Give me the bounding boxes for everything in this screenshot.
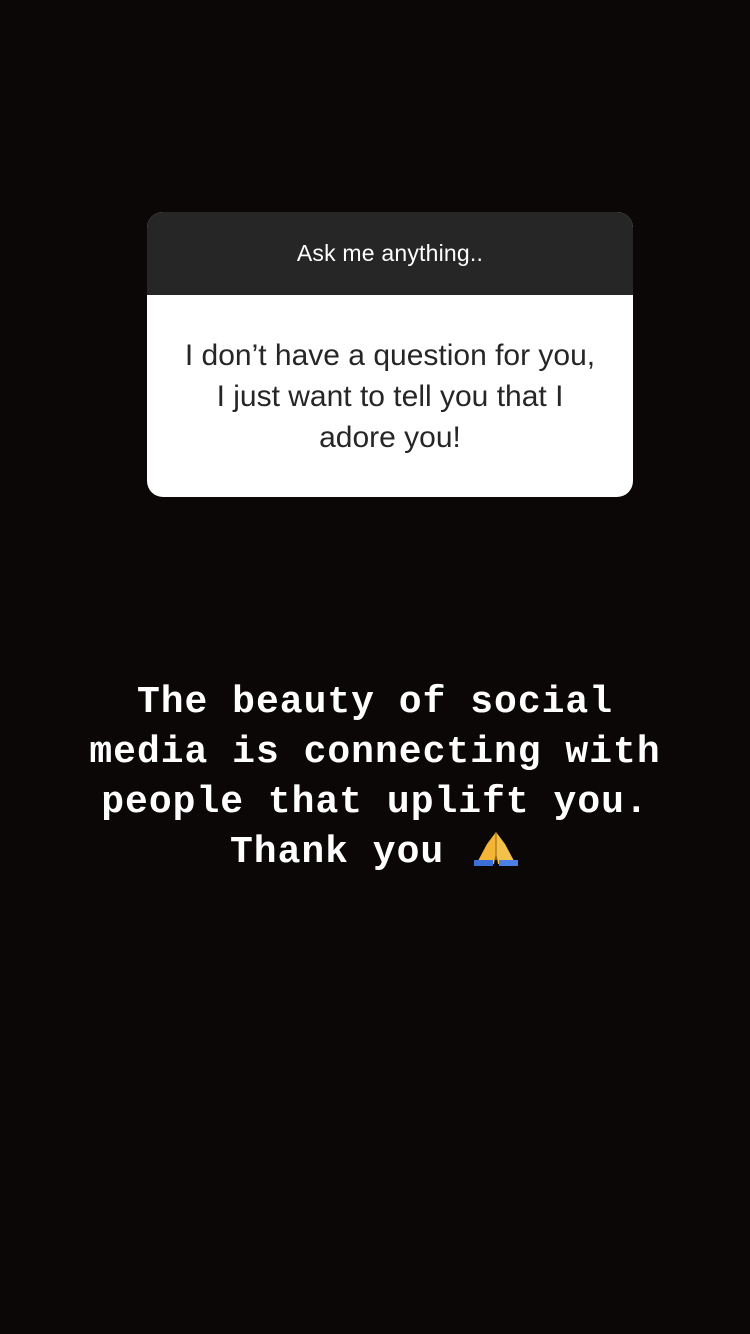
caption-line-4-text: Thank you [229, 831, 445, 874]
story-caption: The beauty of social media is connecting… [20, 678, 730, 878]
folded-hands-icon [474, 832, 519, 866]
question-sticker[interactable]: Ask me anything.. I don’t have a questio… [147, 212, 633, 497]
caption-line-1: The beauty of social [136, 681, 614, 724]
question-sticker-answer: I don’t have a question for you, I just … [184, 338, 596, 454]
question-sticker-header: Ask me anything.. [147, 212, 633, 295]
caption-line-3: people that uplift you. [101, 781, 649, 824]
caption-line-2: media is connecting with [89, 731, 661, 774]
story-canvas: Ask me anything.. I don’t have a questio… [0, 0, 750, 1334]
caption-line-4: Thank you [20, 828, 730, 878]
